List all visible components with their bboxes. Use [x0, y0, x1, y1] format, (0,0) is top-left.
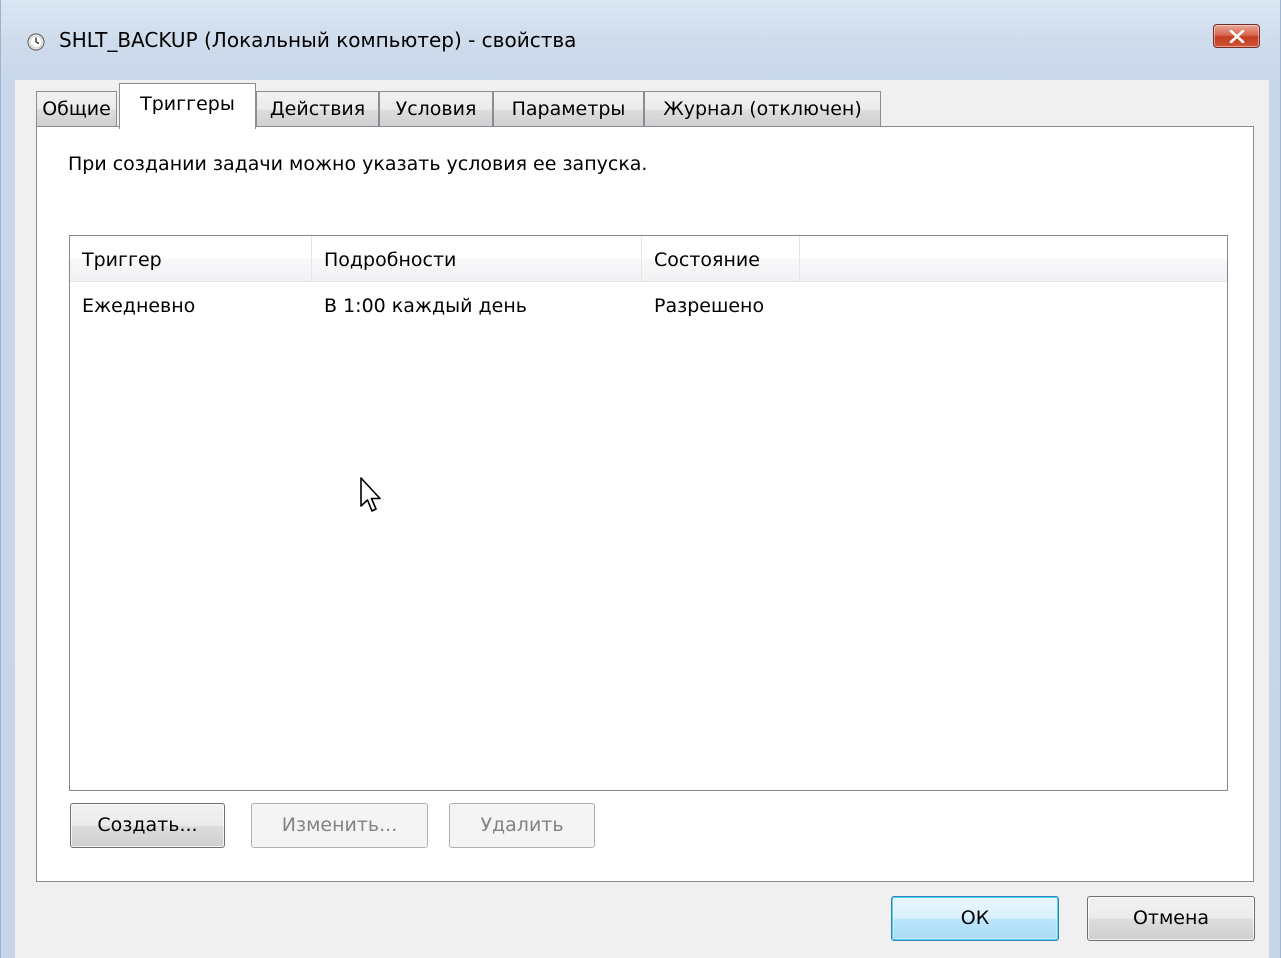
close-button[interactable]: [1213, 24, 1260, 48]
list-header: Триггер Подробности Состояние: [70, 236, 1227, 282]
clock-icon: [27, 33, 45, 51]
tab-actions[interactable]: Действия: [256, 91, 379, 127]
triggers-list[interactable]: Триггер Подробности Состояние Ежедневно …: [69, 235, 1228, 791]
close-icon: [1229, 30, 1245, 43]
mouse-cursor-icon: [360, 477, 381, 512]
title-bar[interactable]: SHLT_BACKUP (Локальный компьютер) - свой…: [1, 0, 1280, 80]
create-button[interactable]: Создать...: [70, 803, 225, 848]
tab-general[interactable]: Общие: [36, 91, 117, 127]
tab-conditions[interactable]: Условия: [379, 91, 493, 127]
triggers-description: При создании задачи можно указать услови…: [68, 153, 648, 175]
cell-details: В 1:00 каждый день: [324, 295, 527, 317]
properties-dialog: SHLT_BACKUP (Локальный компьютер) - свой…: [0, 0, 1281, 958]
cancel-button[interactable]: Отмена: [1087, 896, 1255, 941]
tab-panel-triggers: При создании задачи можно указать услови…: [36, 126, 1254, 882]
edit-button[interactable]: Изменить...: [251, 803, 428, 848]
tab-history[interactable]: Журнал (отключен): [644, 91, 881, 127]
column-header-trigger[interactable]: Триггер: [70, 236, 312, 281]
dialog-client-area: Общие Триггеры Действия Условия Параметр…: [15, 80, 1269, 958]
cell-trigger: Ежедневно: [82, 295, 196, 317]
tab-triggers[interactable]: Триггеры: [119, 83, 256, 129]
delete-button[interactable]: Удалить: [449, 803, 595, 848]
column-header-details[interactable]: Подробности: [312, 236, 642, 281]
table-row[interactable]: Ежедневно В 1:00 каждый день Разрешено: [70, 285, 1227, 327]
ok-button[interactable]: ОК: [891, 896, 1059, 941]
cell-state: Разрешено: [654, 295, 765, 317]
window-title: SHLT_BACKUP (Локальный компьютер) - свой…: [59, 28, 577, 52]
column-header-state[interactable]: Состояние: [642, 236, 800, 281]
tab-settings[interactable]: Параметры: [493, 91, 644, 127]
